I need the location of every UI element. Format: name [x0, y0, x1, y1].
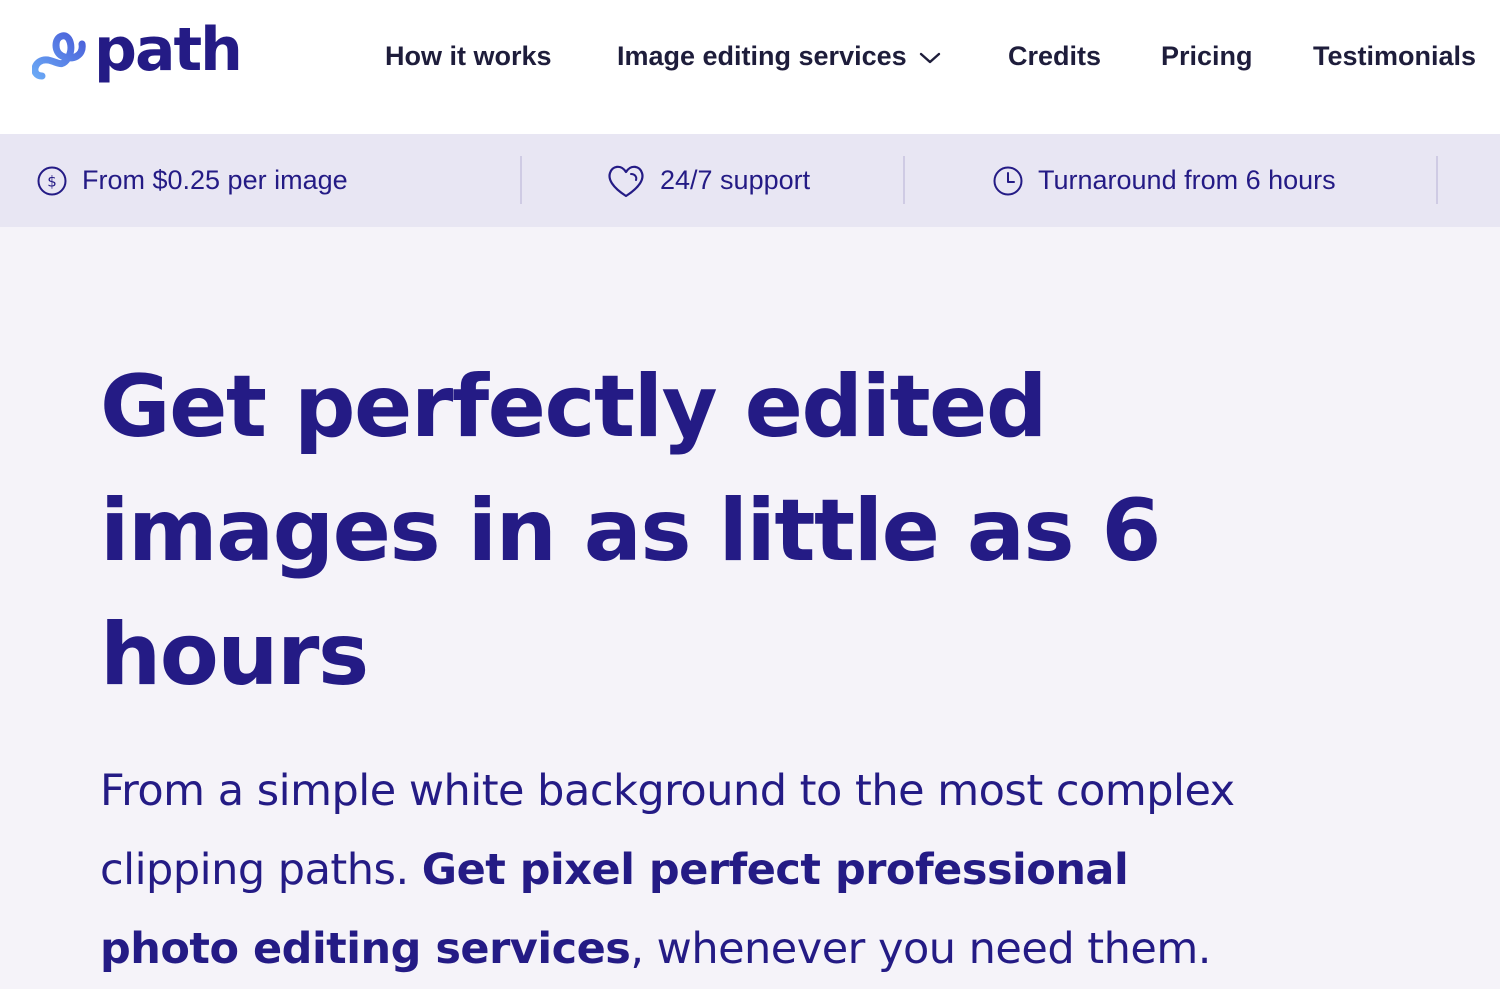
- nav-label: Pricing: [1161, 41, 1253, 71]
- hero-subtitle-tail: , whenever you need them.: [630, 924, 1211, 974]
- divider: [1436, 156, 1438, 204]
- hero-title: Get perfectly edited images in as little…: [100, 357, 1161, 705]
- nav-testimonials[interactable]: Testimonials: [1313, 36, 1476, 76]
- divider: [903, 156, 905, 204]
- nav-label: Credits: [1008, 41, 1102, 71]
- nav-how-it-works[interactable]: How it works: [385, 36, 552, 76]
- site-header: path How it works Image editing services…: [0, 0, 1500, 134]
- clock-icon: [992, 165, 1024, 197]
- feature-support: 24/7 support: [606, 134, 810, 227]
- svg-text:$: $: [47, 172, 57, 190]
- hero-subtitle: From a simple white background to the mo…: [100, 752, 1280, 989]
- nav-label: Testimonials: [1313, 41, 1477, 71]
- brand-name: path: [94, 15, 243, 85]
- nav-label: How it works: [385, 41, 552, 71]
- nav-credits[interactable]: Credits: [1008, 36, 1101, 76]
- feature-label: From $0.25 per image: [82, 165, 348, 195]
- nav-pricing[interactable]: Pricing: [1161, 36, 1253, 76]
- feature-strip: $ From $0.25 per image 24/7 support Turn…: [0, 134, 1500, 227]
- dollar-coin-icon: $: [36, 165, 68, 197]
- infinity-loop-icon: [32, 32, 86, 80]
- brand-logo[interactable]: path: [32, 15, 243, 86]
- feature-price: $ From $0.25 per image: [36, 134, 348, 227]
- nav-image-editing-services[interactable]: Image editing services: [617, 36, 941, 76]
- chevron-down-icon: [919, 36, 941, 76]
- feature-label: Turnaround from 6 hours: [1038, 165, 1336, 195]
- divider: [520, 156, 522, 204]
- heart-icon: [606, 163, 646, 199]
- feature-label: 24/7 support: [660, 165, 811, 195]
- feature-turnaround: Turnaround from 6 hours: [992, 134, 1336, 227]
- nav-label: Image editing services: [617, 41, 907, 71]
